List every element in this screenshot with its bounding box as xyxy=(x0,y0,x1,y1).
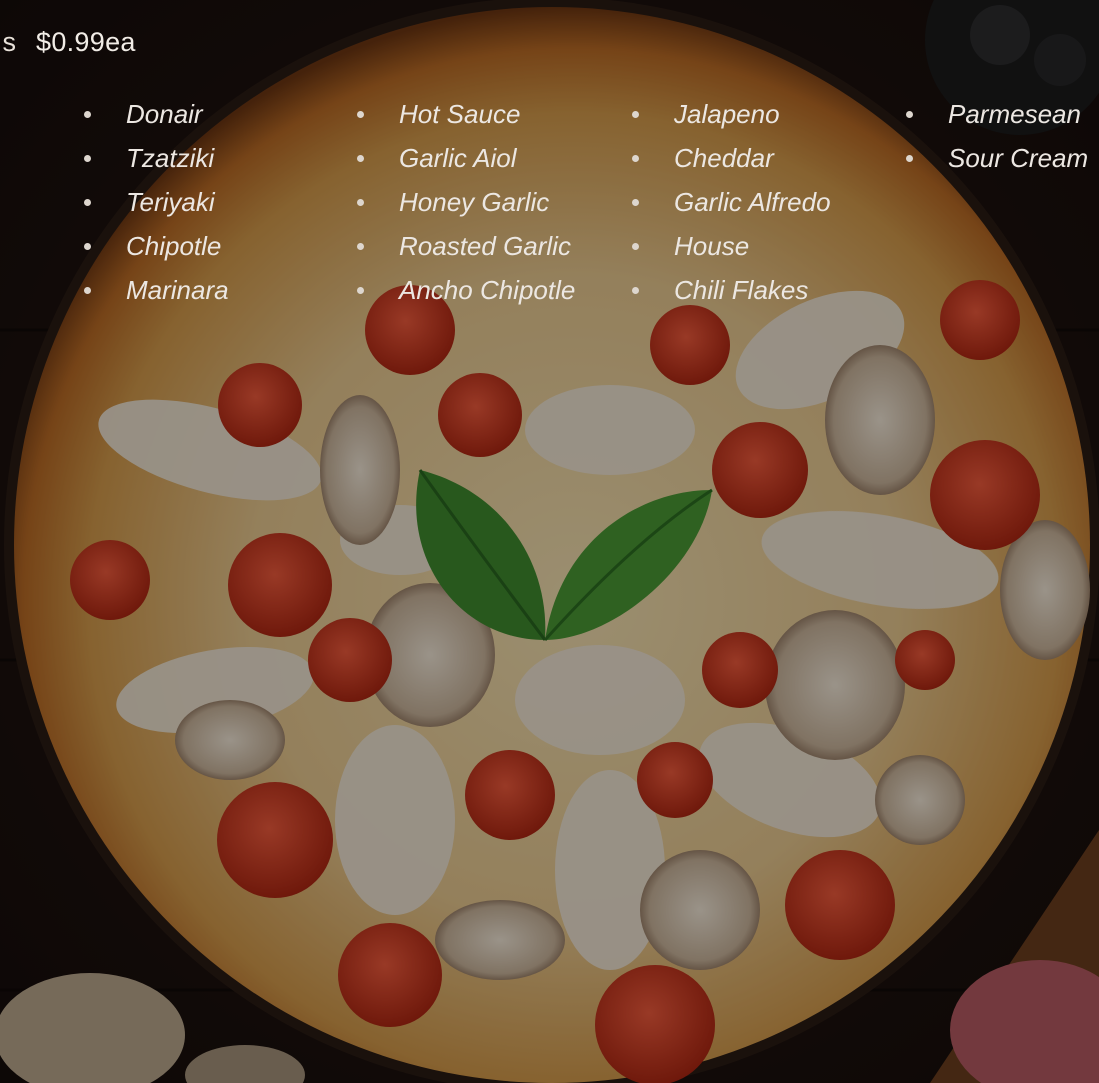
bullet-icon xyxy=(632,111,639,118)
list-item: Ancho Chipotle xyxy=(357,268,575,312)
bullet-icon xyxy=(357,243,364,250)
list-item: Marinara xyxy=(84,268,229,312)
list-item-label: Donair xyxy=(126,99,203,129)
list-item-label: Garlic Alfredo xyxy=(674,187,831,217)
list-item-label: Hot Sauce xyxy=(399,99,521,129)
bullet-icon xyxy=(357,287,364,294)
list-item-label: Chipotle xyxy=(126,231,222,261)
list-item: Sour Cream xyxy=(906,136,1088,180)
list-item: Chili Flakes xyxy=(632,268,831,312)
bullet-icon xyxy=(632,155,639,162)
list-item-label: Honey Garlic xyxy=(399,187,550,217)
list-item-label: Cheddar xyxy=(674,143,774,173)
bullet-icon xyxy=(357,111,364,118)
options-column-3: Jalapeno Cheddar Garlic Alfredo House Ch… xyxy=(632,92,831,312)
bullet-icon xyxy=(632,199,639,206)
options-column-4: Parmesean Sour Cream xyxy=(906,92,1088,180)
list-item-label: Jalapeno xyxy=(674,99,780,129)
bullet-icon xyxy=(357,199,364,206)
bullet-icon xyxy=(632,243,639,250)
list-item-label: Parmesean xyxy=(948,99,1081,129)
price-label: $0.99ea xyxy=(36,26,136,57)
list-item: Honey Garlic xyxy=(357,180,575,224)
list-item: Jalapeno xyxy=(632,92,831,136)
price-row: s $0.99ea xyxy=(0,22,136,62)
list-item: Parmesean xyxy=(906,92,1088,136)
list-item-label: Tzatziki xyxy=(126,143,215,173)
bullet-icon xyxy=(906,111,913,118)
price-prefix-text: s xyxy=(2,26,17,57)
bullet-icon xyxy=(84,287,91,294)
bullet-icon xyxy=(632,287,639,294)
list-item: Garlic Aiol xyxy=(357,136,575,180)
bullet-icon xyxy=(357,155,364,162)
list-item: Garlic Alfredo xyxy=(632,180,831,224)
list-item: Roasted Garlic xyxy=(357,224,575,268)
list-item-label: Teriyaki xyxy=(126,187,215,217)
list-item: Teriyaki xyxy=(84,180,229,224)
options-column-2: Hot Sauce Garlic Aiol Honey Garlic Roast… xyxy=(357,92,575,312)
bullet-icon xyxy=(84,243,91,250)
bullet-icon xyxy=(84,111,91,118)
list-item-label: Marinara xyxy=(126,275,229,305)
list-item-label: Chili Flakes xyxy=(674,275,809,305)
list-item-label: Ancho Chipotle xyxy=(399,275,576,305)
list-item-label: Sour Cream xyxy=(948,143,1089,173)
list-item: Cheddar xyxy=(632,136,831,180)
list-item-label: Garlic Aiol xyxy=(399,143,517,173)
list-item: House xyxy=(632,224,831,268)
bullet-icon xyxy=(906,155,913,162)
options-column-1: Donair Tzatziki Teriyaki Chipotle Marina… xyxy=(84,92,229,312)
list-item-label: House xyxy=(674,231,750,261)
list-item: Chipotle xyxy=(84,224,229,268)
bullet-icon xyxy=(84,155,91,162)
bullet-icon xyxy=(84,199,91,206)
list-item: Tzatziki xyxy=(84,136,229,180)
list-item: Hot Sauce xyxy=(357,92,575,136)
list-item-label: Roasted Garlic xyxy=(399,231,571,261)
list-item: Donair xyxy=(84,92,229,136)
